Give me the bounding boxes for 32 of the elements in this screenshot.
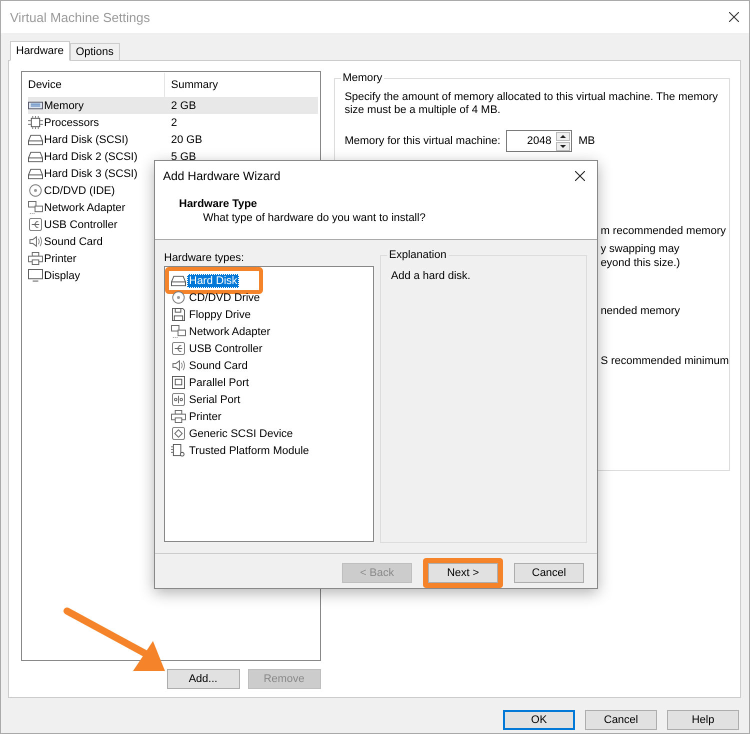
device-summary: 2 GB	[170, 100, 196, 112]
device-name: Sound Card	[44, 236, 103, 248]
device-name: Hard Disk (SCSI)	[44, 134, 128, 146]
device-name: CD/DVD (IDE)	[44, 184, 115, 196]
memory-note: m recommended memory	[600, 224, 726, 238]
device-summary: 5 GB	[170, 150, 196, 162]
memory-note: eyond this size.)	[600, 256, 680, 270]
device-summary: 20 GB	[170, 134, 202, 146]
device-name: Hard Disk 2 (SCSI)	[44, 150, 138, 162]
dialog-title: Add Hardware Wizard	[163, 168, 280, 183]
device-name: USB Controller	[44, 218, 118, 230]
device-name: Display	[44, 270, 80, 282]
device-name: Hard Disk 3 (SCSI)	[44, 168, 138, 180]
column-header: Summary	[170, 78, 218, 93]
device-summary: 2	[170, 116, 178, 128]
device-name: Memory	[44, 100, 84, 112]
unit-label: MB	[578, 135, 595, 147]
wizard-heading: Hardware Type	[179, 198, 258, 210]
group-title: Explanation	[387, 249, 448, 261]
device-name: Printer	[44, 252, 76, 264]
device-name: Network Adapter	[44, 202, 126, 214]
memory-description: Specify the amount of memory allocated to this virtual machine. The memory size must be a multiple of 4 MB.	[344, 91, 719, 117]
device-name: Processors	[44, 116, 100, 128]
field-label: Memory for this virtual machine:	[344, 135, 500, 147]
memory-note: nended memory	[600, 304, 680, 318]
explanation-text: Add a hard disk.	[391, 270, 470, 282]
window-title: Virtual Machine Settings	[10, 10, 150, 24]
memory-note: S recommended minimum	[600, 354, 729, 368]
wizard-subheading: What type of hardware do you want to install?	[202, 212, 427, 224]
list-label: Hardware types:	[164, 252, 246, 264]
group-title: Memory	[340, 72, 384, 84]
memory-note: y swapping may	[600, 242, 680, 256]
